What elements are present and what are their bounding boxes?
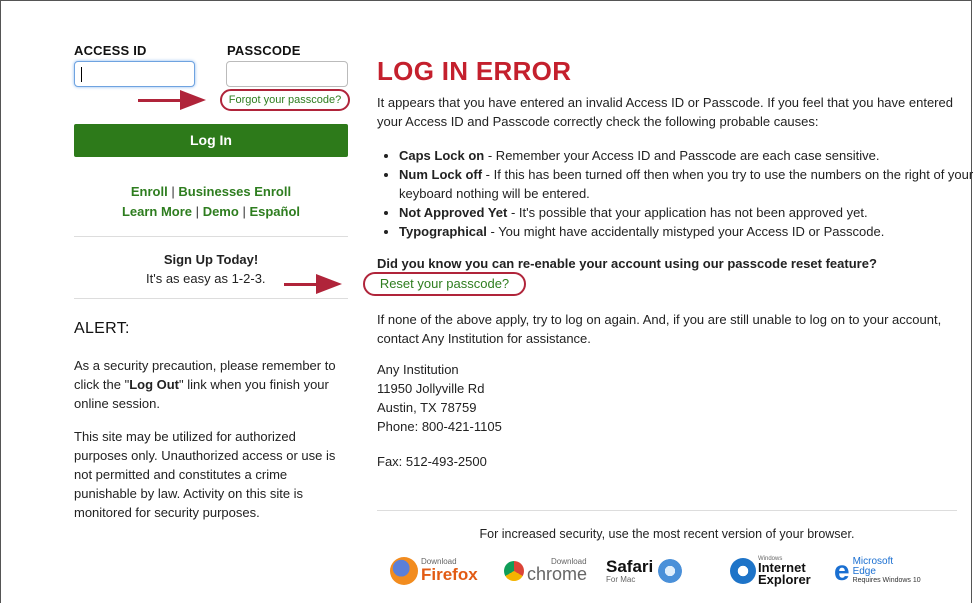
cause-term: Caps Lock on [399,148,485,163]
contact-name: Any Institution [377,362,459,377]
cause-desc: - It's possible that your application ha… [507,205,868,220]
firefox-download-link[interactable]: Download Firefox [390,555,478,587]
contact-fax: Fax: 512-493-2500 [377,454,487,469]
reset-passcode-link[interactable]: Reset your passcode? [363,272,526,296]
link-separator: | [171,184,175,199]
divider [74,298,348,299]
ie-name-line2: Explorer [758,572,811,587]
firefox-name: Firefox [421,565,478,584]
edge-icon: e [834,555,850,586]
enroll-links-row: Enroll | Businesses Enroll [74,184,348,199]
cause-term: Not Approved Yet [399,205,508,220]
edge-requirement-text: Requires Windows 10 [852,577,921,584]
forgot-passcode-link[interactable]: Forgot your passcode? [220,89,350,111]
link-separator: | [242,204,246,219]
enroll-link[interactable]: Enroll [131,184,168,199]
safari-name: Safari [606,556,654,576]
contact-street: 11950 Jollyville Rd [377,381,485,396]
contact-phone: Phone: 800-421-1105 [377,419,502,434]
info-links-row: Learn More | Demo | Español [74,204,348,219]
firefox-icon [390,557,418,585]
log-out-emphasis: Log Out [129,377,180,392]
alert-paragraph-logout: As a security precaution, please remembe… [74,356,349,413]
cause-desc: - You might have accidentally mistyped y… [486,224,885,239]
alert-title: ALERT: [74,320,130,337]
espanol-link[interactable]: Español [249,204,300,219]
divider [377,510,957,511]
annotation-arrow-icon [316,274,342,294]
page-title: LOG IN ERROR [377,56,572,86]
learn-more-link[interactable]: Learn More [122,204,192,219]
cause-desc: - If this has been turned off then when … [399,167,974,201]
passcode-label: PASSCODE [227,43,301,58]
reenable-question: Did you know you can re-enable your acco… [377,256,877,271]
contact-city: Austin, TX 78759 [377,400,477,415]
alert-paragraph-authorized: This site may be utilized for authorized… [74,429,336,520]
list-item: Typographical - You might have accidenta… [399,222,974,241]
edge-name-line2: Edge [852,566,876,577]
internet-explorer-download-link[interactable]: Windows Internet Explorer [730,555,811,587]
link-separator: | [195,204,200,219]
internet-explorer-icon [730,558,756,584]
browser-note: For increased security, use the most rec… [479,527,855,541]
text-caret [81,67,82,82]
cause-term: Typographical [399,224,487,239]
chrome-name: chrome [527,564,588,584]
passcode-input[interactable] [226,61,348,87]
causes-list: Caps Lock on - Remember your Access ID a… [377,146,974,241]
annotation-arrow-icon [180,90,206,110]
cause-term: Num Lock off [399,167,483,182]
annotation-arrow-shaft [138,99,182,102]
list-item: Num Lock off - If this has been turned o… [399,165,974,203]
none-apply-text: If none of the above apply, try to log o… [377,312,942,346]
access-id-label: ACCESS ID [74,43,147,58]
businesses-enroll-link[interactable]: Businesses Enroll [178,184,291,199]
divider [74,236,348,237]
chrome-download-link[interactable]: Download chrome [504,555,587,587]
safari-download-link[interactable]: Safari For Mac [606,555,683,587]
access-id-input[interactable] [74,61,195,87]
list-item: Caps Lock on - Remember your Access ID a… [399,146,974,165]
signup-text[interactable]: It's as easy as 1-2-3. [146,271,266,286]
error-intro: It appears that you have entered an inva… [377,95,953,129]
browser-logos: Download Firefox Download chrome Safari … [390,555,960,587]
log-in-button[interactable]: Log In [74,124,348,157]
chrome-icon [504,561,524,581]
safari-compass-icon [658,559,683,583]
annotation-arrow-shaft [284,283,318,286]
safari-small-text: For Mac [606,574,636,584]
demo-link[interactable]: Demo [203,204,239,219]
edge-download-link[interactable]: e Microsoft Edge Requires Windows 10 [834,555,921,587]
signup-title[interactable]: Sign Up Today! [74,252,348,267]
cause-desc: - Remember your Access ID and Passcode a… [484,148,880,163]
list-item: Not Approved Yet - It's possible that yo… [399,203,974,222]
